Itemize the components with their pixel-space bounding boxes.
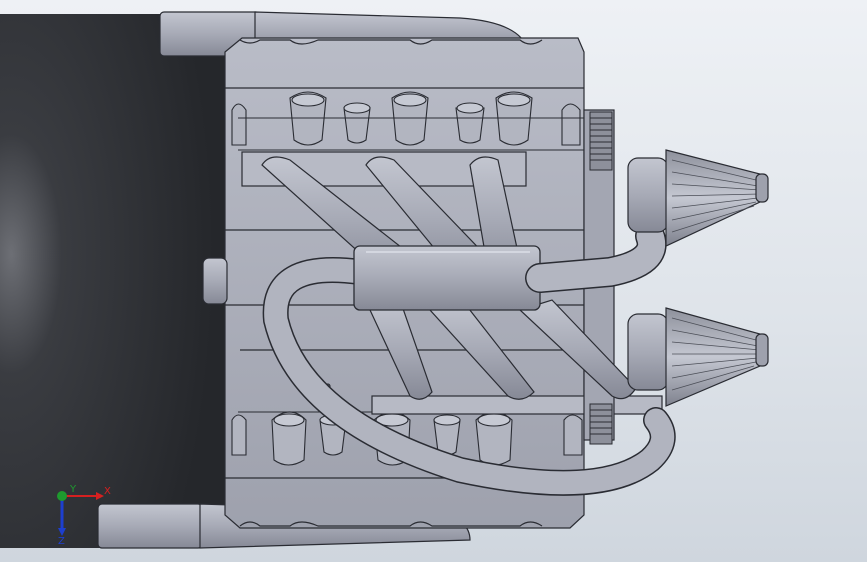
graphics-viewport[interactable]: Y X Z (0, 0, 867, 562)
x-axis-label: X (104, 486, 111, 497)
shadow-region (0, 14, 225, 548)
coordinate-triad: Y X Z (57, 484, 111, 546)
intake-plenum (353, 245, 541, 311)
lower-air-filter (627, 307, 769, 407)
z-axis-label: Z (58, 536, 65, 546)
engine-model[interactable] (0, 0, 867, 562)
y-axis-label: Y (69, 484, 77, 495)
upper-air-filter (627, 149, 769, 247)
side-boss (202, 257, 228, 305)
upper-pulley (589, 111, 613, 171)
z-axis-arrow (58, 528, 66, 536)
x-axis-arrow (96, 492, 104, 500)
y-axis-dot (57, 491, 67, 501)
lower-pulley (589, 403, 613, 445)
